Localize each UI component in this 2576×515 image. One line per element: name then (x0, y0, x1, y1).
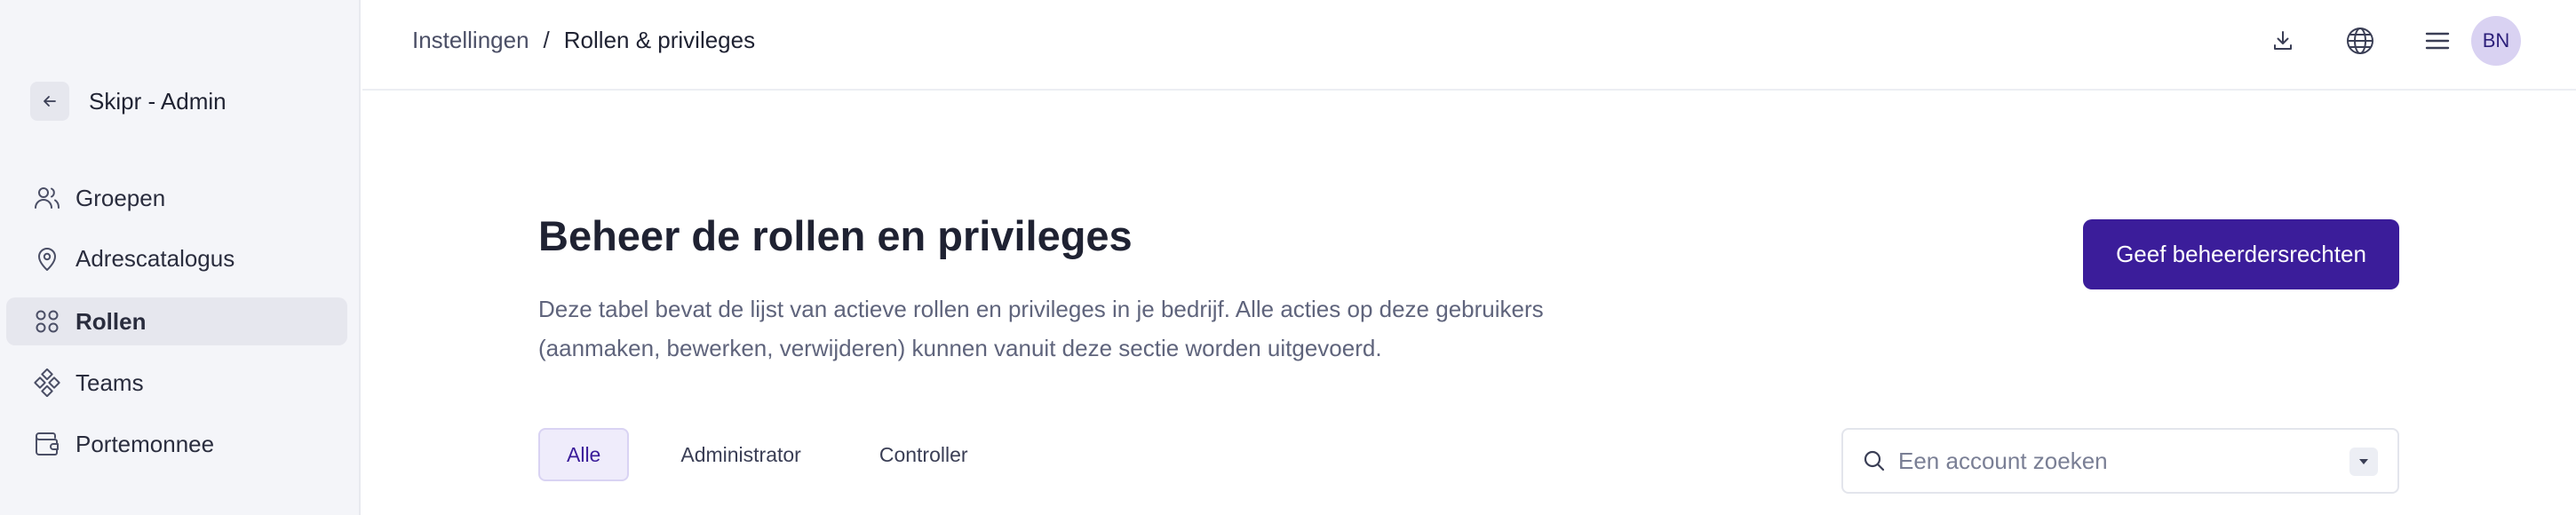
sidebar-item-label: Adrescatalogus (76, 244, 235, 272)
sidebar-header: Skipr - Admin (30, 82, 227, 121)
users-icon (31, 182, 63, 214)
sidebar-item-groepen[interactable]: Groepen (6, 174, 347, 222)
grid-icon (31, 305, 63, 337)
role-filter-tabs: Alle Administrator Controller (538, 428, 1007, 481)
breadcrumb-separator: / (543, 27, 550, 53)
map-pin-icon (31, 242, 63, 274)
diamond-nodes-icon (31, 367, 63, 399)
download-icon (2274, 31, 2292, 50)
sidebar-item-label: Groepen (76, 184, 166, 211)
back-button[interactable] (30, 82, 69, 121)
caret-down-icon (2359, 459, 2368, 464)
search-icon (1861, 448, 1888, 474)
app-name: Skipr - Admin (89, 87, 227, 115)
page-title: Beheer de rollen en privileges (538, 212, 1133, 259)
sidebar-item-rollen[interactable]: Rollen (6, 297, 347, 345)
sidebar: Skipr - Admin Groepen Adrescatalogus Rol… (0, 0, 361, 515)
arrow-left-icon (44, 96, 56, 107)
language-button[interactable] (2341, 21, 2380, 60)
tab-administrator[interactable]: Administrator (654, 428, 827, 481)
page-description: Deze tabel bevat de lijst van actieve ro… (538, 296, 1544, 361)
globe-icon (2347, 28, 2373, 54)
sidebar-item-teams[interactable]: Teams (6, 359, 347, 407)
breadcrumb-current: Rollen & privileges (563, 27, 756, 53)
account-search (1841, 428, 2399, 494)
sidebar-item-label: Portemonnee (76, 430, 215, 457)
search-input[interactable] (1898, 447, 2342, 475)
top-header: Instellingen / Rollen & privileges BN (362, 0, 2576, 91)
tab-controller[interactable]: Controller (853, 428, 995, 481)
sidebar-item-adrescatalogus[interactable]: Adrescatalogus (6, 234, 347, 282)
search-dropdown-button[interactable] (2349, 448, 2378, 476)
sidebar-item-portemonnee[interactable]: Portemonnee (6, 420, 347, 468)
avatar[interactable]: BN (2471, 16, 2521, 66)
breadcrumb: Instellingen / Rollen & privileges (412, 27, 755, 54)
menu-icon (2425, 32, 2450, 50)
sidebar-item-label: Rollen (76, 307, 147, 335)
sidebar-item-label: Teams (76, 368, 144, 396)
download-button[interactable] (2263, 21, 2302, 60)
tab-alle[interactable]: Alle (538, 428, 630, 481)
grant-admin-rights-button[interactable]: Geef beheerdersrechten (2083, 219, 2399, 289)
breadcrumb-parent-link[interactable]: Instellingen (412, 27, 529, 54)
wallet-icon (31, 428, 63, 460)
menu-button[interactable] (2418, 21, 2457, 60)
